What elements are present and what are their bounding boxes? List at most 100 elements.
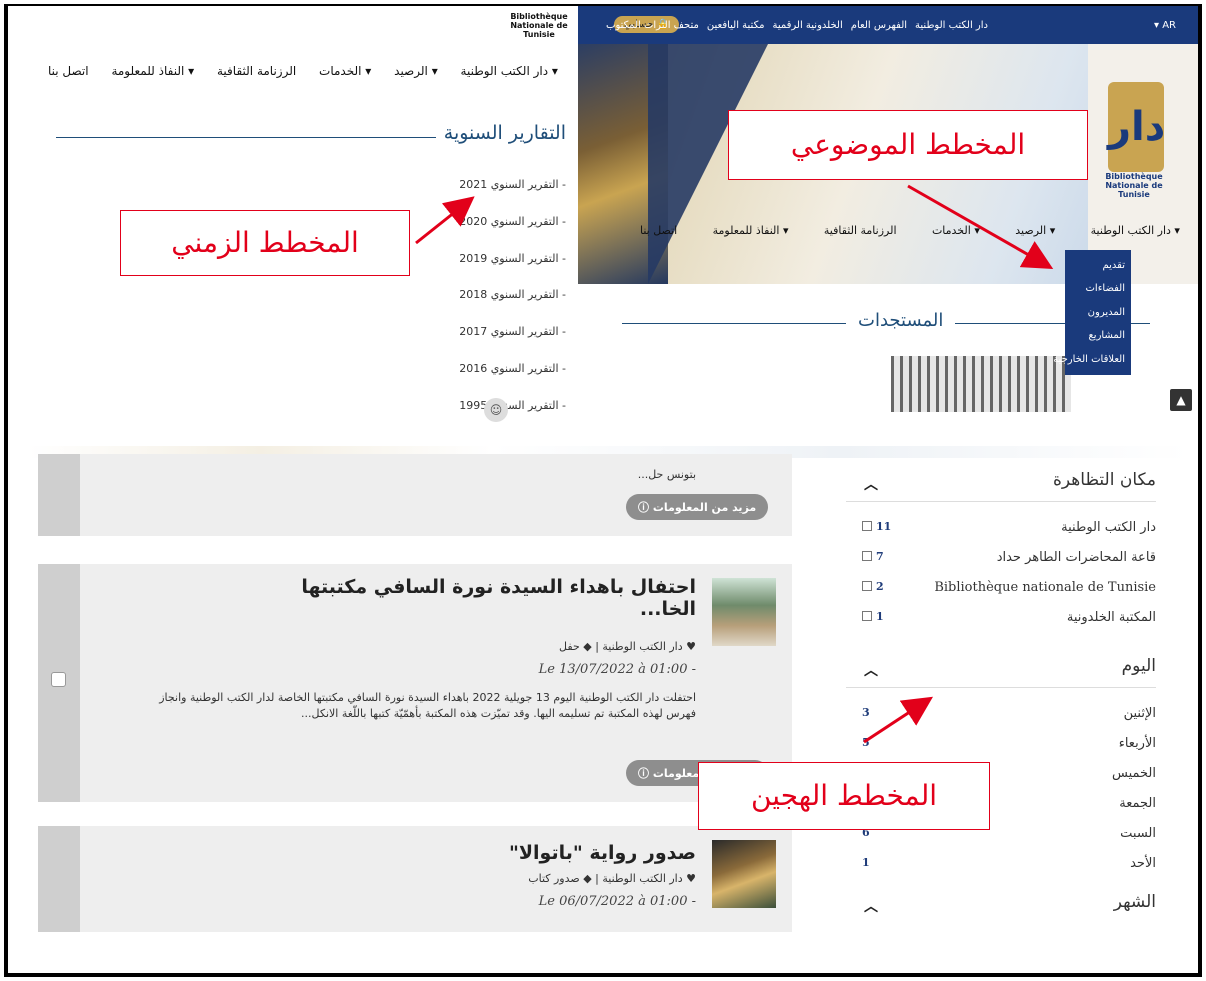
news-title: المستجدات <box>846 310 956 331</box>
scroll-up-icon[interactable]: ▲ <box>1170 389 1192 411</box>
facet-option[interactable]: دار الكتب الوطنية 11 <box>846 514 1156 544</box>
top-link-library[interactable]: دار الكتب الوطنية <box>915 20 988 31</box>
facet-option-label: السبت <box>1120 826 1156 841</box>
report-link-2020[interactable]: - التقرير السنوي 2020 <box>459 215 566 252</box>
facet-option[interactable]: الأربعاء 5 <box>846 730 1156 760</box>
facet-option[interactable]: المكتبة الخلدونية 1 <box>846 604 1156 634</box>
nav-item-cultural-calendar[interactable]: الرزنامة الثقافية <box>217 64 296 78</box>
book-cover-thumbnail[interactable] <box>712 840 776 908</box>
nav-item-collection[interactable]: الرصيد ▾ <box>394 64 438 78</box>
dropdown-item-directors[interactable]: المديرون <box>1071 301 1125 324</box>
facet-option-count[interactable]: 2 <box>862 580 884 593</box>
library-logo-text: Bibliothèque Nationale de Tunisie <box>1105 172 1163 199</box>
facet-option[interactable]: الإثنين 3 <box>846 700 1156 730</box>
dropdown-item-projects[interactable]: المشاريع <box>1071 324 1125 347</box>
event-card: بتونس حل... ⓘ مزيد من المعلومات <box>38 454 792 536</box>
report-link-2021[interactable]: - التقرير السنوي 2021 <box>459 178 566 215</box>
accessibility-icon[interactable]: ☺ <box>484 398 508 422</box>
library-logo-icon[interactable]: دار <box>1108 82 1165 172</box>
filter-sidebar: مكان التظاهرة ︿ دار الكتب الوطنية 11 قاعة… <box>842 446 1172 932</box>
events-panel: بتونس حل... ⓘ مزيد من المعلومات احتفال ب… <box>8 446 1194 932</box>
checkbox-icon[interactable] <box>862 581 872 591</box>
annotation-thematic: المخطط الموضوعي <box>728 110 1088 180</box>
nav-item-services[interactable]: الخدمات ▾ <box>319 64 371 78</box>
top-bar: حسابي 🔒 دار الكتب الوطنية الفهرس العام ا… <box>578 6 1198 44</box>
checkbox-icon[interactable] <box>862 551 872 561</box>
language-selector[interactable]: ▾ AR <box>1154 20 1176 31</box>
facet-option-label: الجمعة <box>1119 796 1156 811</box>
dropdown-item-foreign-relations[interactable]: العلاقات الخارجية <box>1053 348 1125 371</box>
top-link-catalog[interactable]: الفهرس العام <box>851 20 907 31</box>
nav-item-contact[interactable]: اتصل بنا <box>640 224 677 237</box>
facet-option-label: الأحد <box>1130 856 1156 871</box>
facet-option-count[interactable]: 1 <box>862 610 884 623</box>
card-sidebar <box>38 826 80 932</box>
event-title[interactable]: صدور رواية "باتوالا" <box>276 842 696 864</box>
top-link-digital-khaldounia[interactable]: الخلدونية الرقمية <box>772 20 842 31</box>
card-sidebar <box>38 454 80 536</box>
facet-option[interactable]: Bibliothèque nationale de Tunisie 2 <box>846 574 1156 604</box>
reports-list: - التقرير السنوي 2021 - التقرير السنوي 2… <box>459 178 566 426</box>
chevron-up-icon[interactable]: ︿ <box>864 896 878 916</box>
report-link-2019[interactable]: - التقرير السنوي 2019 <box>459 252 566 289</box>
event-card: احتفال باهداء السيدة نورة السافي مكتبتها… <box>38 564 792 802</box>
event-checkbox[interactable] <box>51 672 66 687</box>
report-link-2017[interactable]: - التقرير السنوي 2017 <box>459 325 566 362</box>
checkbox-icon[interactable] <box>862 611 872 621</box>
facet-option-label: الإثنين <box>1123 706 1156 721</box>
more-info-button[interactable]: ⓘ مزيد من المعلومات <box>626 494 769 520</box>
facet-option-count[interactable]: 11 <box>862 520 891 533</box>
nav-item-access-info[interactable]: النفاذ للمعلومة ▾ <box>713 224 789 237</box>
news-image[interactable] <box>891 356 1071 412</box>
top-links: دار الكتب الوطنية الفهرس العام الخلدونية… <box>606 20 988 31</box>
event-meta: ♥ دار الكتب الوطنية | ◆ حفل <box>559 640 696 653</box>
facet-option-label: قاعة المحاضرات الطاهر حداد <box>996 550 1156 565</box>
facet-option-count: 5 <box>862 736 870 749</box>
facet-option-label: دار الكتب الوطنية <box>1061 520 1156 535</box>
event-text: بتونس حل... <box>637 468 696 481</box>
report-link-2018[interactable]: - التقرير السنوي 2018 <box>459 288 566 325</box>
chevron-up-icon[interactable]: ︿ <box>864 660 878 680</box>
top-link-heritage-museum[interactable]: متحف التراث المكتوب <box>606 20 699 31</box>
facet-title: الشهر <box>1113 892 1156 912</box>
facet-venue-header[interactable]: مكان التظاهرة ︿ <box>846 470 1156 502</box>
facet-option-label: الخميس <box>1112 766 1156 781</box>
nav-item-cultural-calendar[interactable]: الرزنامة الثقافية <box>824 224 897 237</box>
library-dropdown-menu: تقديم الفضاءات المديرون المشاريع العلاقا… <box>1053 250 1131 375</box>
nav-item-library[interactable]: دار الكتب الوطنية ▾ <box>1091 224 1180 237</box>
dropdown-item-spaces[interactable]: الفضاءات <box>1071 277 1126 300</box>
count: 11 <box>876 520 892 533</box>
nav-item-services[interactable]: الخدمات ▾ <box>932 224 980 237</box>
count: 2 <box>876 580 884 593</box>
nav-item-collection[interactable]: الرصيد ▾ <box>1015 224 1055 237</box>
report-link-2016[interactable]: - التقرير السنوي 2016 <box>459 362 566 399</box>
nav-item-contact[interactable]: اتصل بنا <box>48 64 89 78</box>
facet-month-header[interactable]: الشهر ︿ <box>846 892 1156 924</box>
facet-day-header[interactable]: اليوم ︿ <box>846 656 1156 688</box>
section-divider <box>56 137 478 138</box>
report-link-1995[interactable]: - التقرير السنوي 1995 <box>459 399 566 426</box>
dropdown-item-intro[interactable]: تقديم <box>1071 254 1125 277</box>
event-card: صدور رواية "باتوالا" ♥ دار الكتب الوطنية… <box>38 826 792 932</box>
page-title: التقارير السنوية <box>435 122 566 144</box>
event-date: Le 06/07/2022 à 01:00 - <box>538 894 696 909</box>
library-logo-text: Bibliothèque Nationale de Tunisie <box>510 12 568 39</box>
facet-option[interactable]: الأحد 1 <box>846 850 1156 880</box>
event-thumbnail[interactable] <box>712 578 776 646</box>
count: 1 <box>876 610 884 623</box>
annotation-chronological: المخطط الزمني <box>120 210 410 276</box>
facet-title: اليوم <box>1121 656 1156 676</box>
facet-option[interactable]: قاعة المحاضرات الطاهر حداد 7 <box>846 544 1156 574</box>
nav-item-access-info[interactable]: النفاذ للمعلومة ▾ <box>111 64 194 78</box>
annotation-hybrid: المخطط الهجين <box>698 762 990 830</box>
chevron-up-icon[interactable]: ︿ <box>864 474 878 494</box>
facet-option-count[interactable]: 7 <box>862 550 884 563</box>
nav-item-library[interactable]: دار الكتب الوطنية ▾ <box>461 64 558 78</box>
facet-title: مكان التظاهرة <box>1053 470 1156 490</box>
top-link-youth-library[interactable]: مكتبة اليافعين <box>707 20 765 31</box>
card-sidebar <box>38 564 80 802</box>
event-title[interactable]: احتفال باهداء السيدة نورة السافي مكتبتها… <box>276 576 696 620</box>
event-date: Le 13/07/2022 à 01:00 - <box>538 662 696 677</box>
facet-option-label: المكتبة الخلدونية <box>1066 610 1156 625</box>
checkbox-icon[interactable] <box>862 521 872 531</box>
